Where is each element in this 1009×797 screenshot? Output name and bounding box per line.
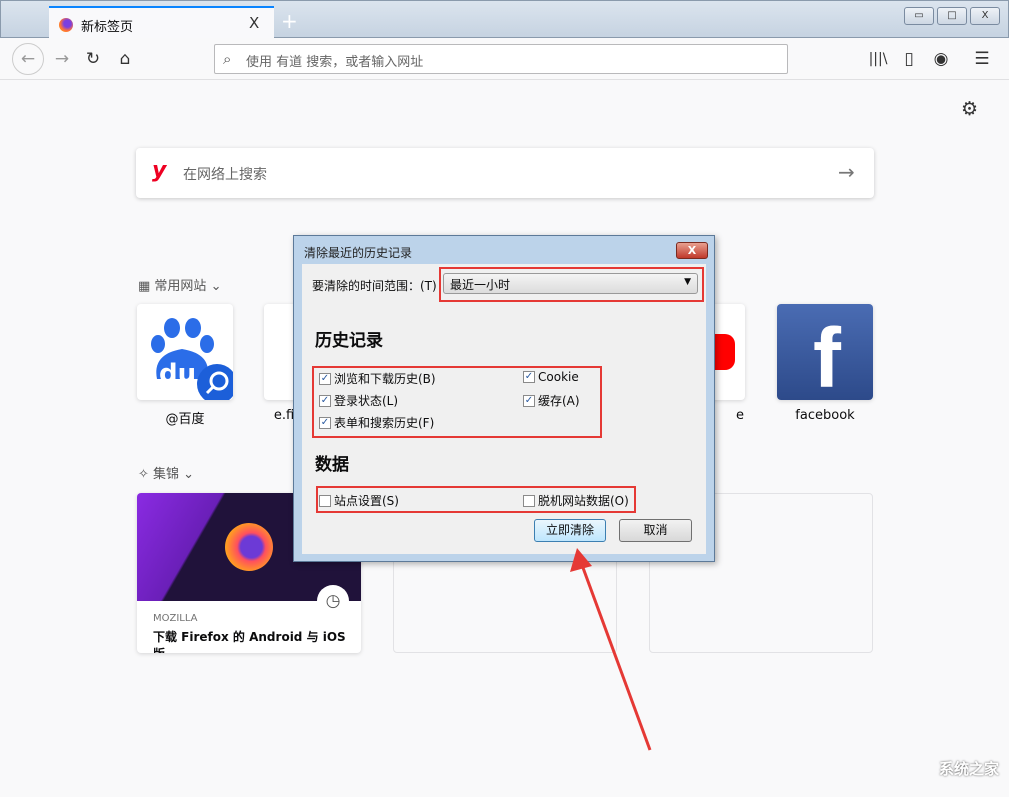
checkbox-site-settings[interactable]: 站点设置(S): [319, 492, 399, 509]
top-site-label: @百度: [165, 412, 205, 427]
time-range-value: 最近一小时: [450, 278, 511, 292]
back-button[interactable]: ←: [12, 43, 44, 75]
dialog-body: 要清除的时间范围：(T) 最近一小时 ▼ 历史记录 ✓ 浏览和下载历史(B) ✓ Co…: [302, 264, 706, 554]
nav-bar: ← → ↻ ⌂ ⌕ 使用 有道 搜索，或者输入网址 |||\ ▯ ◉ ☰: [0, 38, 1009, 80]
checkbox-label: 站点设置(S): [334, 494, 399, 508]
close-tab-icon[interactable]: X: [249, 14, 259, 32]
checkbox-label: 脱机网站数据(O): [538, 494, 629, 508]
firefox-icon: [59, 18, 73, 32]
minimize-button[interactable]: ▭: [904, 7, 934, 25]
tab-new-tab[interactable]: 新标签页 X: [49, 6, 274, 40]
title-bar: 新标签页 X + ▭ □ X: [0, 0, 1009, 40]
dialog-title: 清除最近的历史记录: [304, 246, 413, 260]
tab-title: 新标签页: [81, 20, 134, 35]
web-search-box[interactable]: y 在网络上搜索 →: [136, 148, 874, 198]
history-heading: 历史记录: [315, 331, 383, 351]
data-heading: 数据: [315, 455, 349, 475]
card-source: MOZILLA: [153, 613, 198, 624]
checkbox-cookie[interactable]: ✓ Cookie: [523, 370, 579, 384]
checkbox-label: 缓存(A): [538, 394, 580, 408]
checkbox-browsing-history[interactable]: ✓ 浏览和下载历史(B): [319, 370, 436, 387]
checkbox-login-status[interactable]: ✓ 登录状态(L): [319, 392, 398, 409]
forward-button[interactable]: →: [50, 47, 74, 71]
svg-text:du: du: [159, 359, 196, 389]
highlights-header[interactable]: ✧ 集锦 ⌄: [138, 463, 194, 482]
menu-icon[interactable]: ☰: [970, 47, 994, 71]
sidebar-icon[interactable]: ▯: [897, 47, 921, 71]
reload-button[interactable]: ↻: [81, 47, 105, 71]
cancel-button[interactable]: 取消: [619, 519, 692, 542]
card-title: 下载 Firefox 的 Android 与 iOS 版: [153, 630, 346, 653]
search-placeholder: 在网络上搜索: [183, 167, 267, 183]
top-site-baidu[interactable]: du: [137, 304, 233, 400]
checkbox-label: 登录状态(L): [334, 394, 399, 408]
dropdown-arrow-icon: ▼: [684, 277, 691, 287]
watermark-logo: 系统之家: [938, 760, 999, 778]
top-site-label: facebook: [795, 408, 855, 423]
checkbox-label: 表单和搜索历史(F): [334, 416, 435, 430]
arrow-right-icon[interactable]: →: [838, 160, 855, 184]
top-sites-header[interactable]: ▦ 常用网站 ⌄: [138, 275, 221, 294]
checkbox-label: Cookie: [538, 370, 579, 384]
checkbox-form-history[interactable]: ✓ 表单和搜索历史(F): [319, 414, 434, 431]
home-button[interactable]: ⌂: [113, 47, 137, 71]
clear-now-button[interactable]: 立即清除: [534, 519, 606, 542]
highlights-label: 集锦: [153, 467, 180, 482]
search-icon: ⌕: [223, 50, 232, 68]
url-bar[interactable]: ⌕ 使用 有道 搜索，或者输入网址: [214, 44, 788, 74]
close-dialog-button[interactable]: X: [676, 242, 708, 259]
top-site-facebook[interactable]: f: [777, 304, 873, 400]
top-sites-label: 常用网站: [154, 279, 207, 294]
account-icon[interactable]: ◉: [929, 47, 953, 71]
clear-history-dialog: 清除最近的历史记录 X 要清除的时间范围：(T) 最近一小时 ▼ 历史记录 ✓ 浏览…: [293, 235, 715, 562]
time-range-select[interactable]: 最近一小时 ▼: [443, 273, 698, 294]
youdao-logo-icon: y: [152, 158, 167, 183]
close-window-button[interactable]: X: [970, 7, 1000, 25]
library-icon[interactable]: |||\: [866, 47, 890, 71]
gear-icon[interactable]: ⚙: [961, 98, 978, 120]
checkbox-cache[interactable]: ✓ 缓存(A): [523, 392, 580, 409]
checkbox-offline-data[interactable]: 脱机网站数据(O): [523, 492, 629, 509]
maximize-button[interactable]: □: [937, 7, 967, 25]
url-placeholder: 使用 有道 搜索，或者输入网址: [246, 55, 424, 70]
baidu-logo-icon: du: [151, 318, 233, 400]
new-tab-button[interactable]: +: [281, 9, 298, 33]
checkbox-label: 浏览和下载历史(B): [334, 372, 436, 386]
facebook-logo-icon: f: [813, 311, 841, 400]
time-range-label: 要清除的时间范围：(T): [312, 279, 437, 293]
firefox-icon: [225, 523, 273, 571]
clock-icon: ◷: [317, 585, 349, 617]
